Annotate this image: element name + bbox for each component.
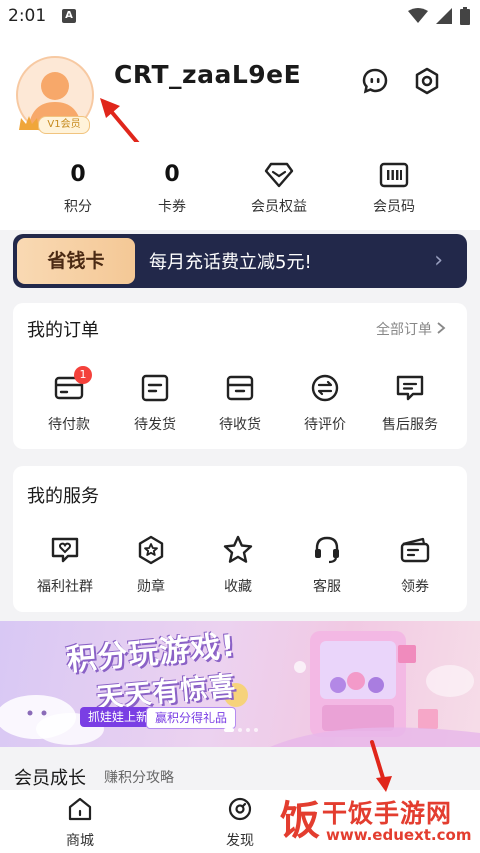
points-value: 0 xyxy=(70,162,86,187)
carousel-dot xyxy=(238,728,242,732)
watermark-logo: 饭 xyxy=(275,795,325,845)
coupon-wallet-icon xyxy=(400,537,430,563)
order-label: 待付款 xyxy=(48,417,90,433)
service-label: 勋章 xyxy=(137,579,165,595)
tab-mall[interactable]: 商城 xyxy=(40,796,120,850)
service-label: 领券 xyxy=(401,579,429,595)
message-icon[interactable] xyxy=(360,66,390,96)
star-icon xyxy=(223,535,253,563)
service-medal[interactable]: 勋章 xyxy=(108,532,194,596)
order-pending-shipment[interactable]: 待发货 xyxy=(112,370,198,434)
promo-tag-new: 抓娃娃上新 xyxy=(80,707,157,727)
watermark-name: 干饭手游网 xyxy=(322,799,453,828)
service-label: 福利社群 xyxy=(37,579,93,595)
headset-icon xyxy=(315,536,339,564)
document-icon xyxy=(141,374,169,402)
watermark-logo-char: 饭 xyxy=(280,798,320,844)
unpaid-count-badge: 1 xyxy=(74,366,92,384)
earn-points-guide-link[interactable]: 赚积分攻略 xyxy=(104,767,174,787)
chevron-right-icon: › xyxy=(434,248,443,273)
compass-icon xyxy=(228,797,252,821)
savings-card-tag: 省钱卡 xyxy=(17,238,135,284)
points-label: 积分 xyxy=(64,199,92,215)
settings-gear-icon[interactable] xyxy=(412,66,442,96)
chat-bubble-icon xyxy=(396,375,424,401)
username: CRT_zaaL9eE xyxy=(114,60,302,89)
home-icon xyxy=(68,797,92,821)
order-pending-receipt[interactable]: 待收货 xyxy=(197,370,283,434)
heart-chat-icon xyxy=(51,537,79,563)
crown-icon xyxy=(19,116,39,130)
all-orders-label: 全部订单 xyxy=(376,322,432,338)
signal-icon xyxy=(436,8,452,24)
tab-mall-label: 商城 xyxy=(66,833,94,849)
notification-icon: A xyxy=(62,9,76,23)
savings-card-text: 每月充话费立减5元! xyxy=(149,252,312,273)
service-coupons[interactable]: 领券 xyxy=(372,532,458,596)
status-icons xyxy=(408,7,470,25)
watermark-url: www.eduext.com xyxy=(326,826,472,844)
order-after-sales[interactable]: 售后服务 xyxy=(367,370,453,434)
order-pending-payment[interactable]: 1 待付款 xyxy=(26,366,112,434)
member-code-label: 会员码 xyxy=(373,199,415,215)
points-stat[interactable]: 0 积分 xyxy=(28,160,128,216)
chevron-right-icon xyxy=(437,322,446,334)
medal-star-icon xyxy=(138,535,164,565)
member-benefits-stat[interactable]: 会员权益 xyxy=(229,160,329,216)
coupons-stat[interactable]: 0 卡券 xyxy=(122,160,222,216)
swap-circle-icon xyxy=(311,374,339,402)
carousel-dot xyxy=(246,728,250,732)
coupons-label: 卡券 xyxy=(158,199,186,215)
annotation-arrow xyxy=(370,740,392,792)
carousel-dot xyxy=(224,728,234,732)
order-label: 待发货 xyxy=(134,417,176,433)
barcode-icon xyxy=(379,162,409,188)
carousel-indicator xyxy=(224,728,258,732)
order-label: 待收货 xyxy=(219,417,261,433)
wifi-icon xyxy=(408,8,428,23)
battery-icon xyxy=(460,7,470,25)
savings-card-banner[interactable]: 省钱卡 每月充话费立减5元! › xyxy=(13,234,467,288)
tab-discover-label: 发现 xyxy=(226,833,254,849)
service-favorites[interactable]: 收藏 xyxy=(195,532,281,596)
member-benefits-label: 会员权益 xyxy=(251,199,307,215)
all-orders-link[interactable]: 全部订单 xyxy=(376,319,446,339)
package-box-icon xyxy=(226,375,254,401)
member-growth-title: 会员成长 xyxy=(14,768,86,789)
services-title: 我的服务 xyxy=(27,486,99,507)
member-code-stat[interactable]: 会员码 xyxy=(344,160,444,216)
promo-tag-gift: 赢积分得礼品 xyxy=(146,707,237,729)
service-label: 客服 xyxy=(313,579,341,595)
diamond-icon xyxy=(264,162,294,188)
order-label: 待评价 xyxy=(304,417,346,433)
service-welfare-group[interactable]: 福利社群 xyxy=(22,532,108,596)
vip-level-badge: V1会员 xyxy=(38,116,90,134)
orders-title: 我的订单 xyxy=(27,320,99,341)
service-label: 收藏 xyxy=(224,579,252,595)
service-customer-support[interactable]: 客服 xyxy=(284,532,370,596)
order-label: 售后服务 xyxy=(382,417,438,433)
carousel-dot xyxy=(254,728,258,732)
coupons-value: 0 xyxy=(164,162,180,187)
order-pending-review[interactable]: 待评价 xyxy=(282,370,368,434)
status-time: 2:01 xyxy=(8,6,47,26)
tab-discover[interactable]: 发现 xyxy=(200,796,280,850)
